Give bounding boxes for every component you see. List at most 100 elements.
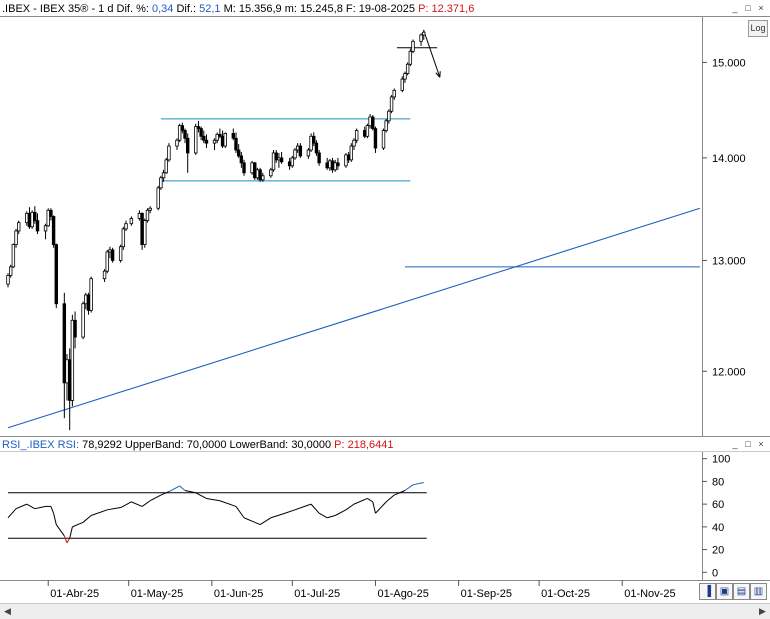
rsi-line-segment <box>219 500 237 507</box>
candle-body <box>258 169 262 181</box>
rsi-line-segment <box>53 513 57 525</box>
candle-body <box>250 162 254 174</box>
rsi-line-segment <box>367 498 374 503</box>
rsi-line-segment <box>254 521 261 526</box>
rsi-line-segment <box>63 535 68 543</box>
candle-body <box>242 162 246 174</box>
candle-body <box>118 246 123 261</box>
rsi-line-segment <box>160 491 170 496</box>
date-tick-label: 01-May-25 <box>131 588 184 600</box>
candle-body <box>271 152 276 171</box>
rsi-line-segment <box>26 503 36 510</box>
rsi-tick-label: 40 <box>712 522 724 534</box>
rsi-line-segment <box>72 521 84 528</box>
candle-body <box>287 161 292 167</box>
rsi-line-segment <box>120 501 132 508</box>
candle-body <box>212 139 217 144</box>
candle-body <box>293 149 297 159</box>
rsi-line-segment <box>372 501 376 514</box>
rsi-line-segment <box>7 508 17 519</box>
candle-body <box>33 211 37 221</box>
chart-area[interactable]: 12.000 13.000 14.000 15.000 0 20 40 60 80 100 01… <box>0 0 770 603</box>
candle-body <box>290 157 295 167</box>
scroll-right-icon[interactable]: ▶ <box>755 604 770 619</box>
candle-body <box>309 135 313 151</box>
rsi-line-segment <box>34 505 46 510</box>
candle-body <box>419 34 423 42</box>
candle-body <box>17 222 21 232</box>
scroll-left-icon[interactable]: ◀ <box>0 604 15 619</box>
rsi-line-segment <box>353 497 368 505</box>
horizontal-scrollbar[interactable]: ◀ ▶ <box>0 603 770 619</box>
rsi-line-segment <box>375 501 387 514</box>
rsi-axis: 0 20 40 60 80 100 <box>702 454 730 579</box>
candle-body <box>84 294 88 305</box>
candlestick-series <box>6 29 426 431</box>
candle-body <box>298 145 303 157</box>
candle-body <box>269 169 273 177</box>
rsi-series <box>7 482 427 544</box>
settings-icon[interactable]: ▥ <box>750 583 767 600</box>
candle-body <box>365 125 370 137</box>
rsi-tick-label: 20 <box>712 545 724 557</box>
candle-body <box>312 135 316 144</box>
candle-body <box>186 137 190 154</box>
rsi-line-segment <box>259 517 272 526</box>
candle-body <box>274 152 278 161</box>
rsi-line-segment <box>55 524 65 537</box>
candle-body <box>81 303 85 338</box>
candle-body <box>65 359 69 384</box>
chart-type-button[interactable]: ▐ <box>699 583 716 600</box>
candle-body <box>35 220 40 232</box>
candle-body <box>354 130 359 141</box>
candle-body <box>110 249 115 261</box>
candle-body <box>27 212 32 228</box>
candle-body <box>6 275 10 285</box>
rsi-line-segment <box>206 497 220 502</box>
date-axis: 01-Abr-25 01-May-25 01-Jun-25 01-Jul-25 01-A… <box>47 580 676 600</box>
candle-body <box>204 139 209 144</box>
candle-body <box>215 133 219 141</box>
candle-body <box>108 249 112 253</box>
price-tick-label: 14.000 <box>712 153 746 165</box>
candle-body <box>180 125 185 131</box>
rsi-tick-label: 0 <box>712 567 718 579</box>
candle-body <box>89 278 93 311</box>
candle-body <box>317 152 321 164</box>
candle-body <box>54 244 58 305</box>
candle-body <box>234 137 238 151</box>
toolbar-icon[interactable]: ▤ <box>733 583 750 600</box>
rsi-line-segment <box>82 515 92 523</box>
candle-body <box>236 149 241 157</box>
candle-body <box>384 120 388 131</box>
candle-body <box>202 135 206 141</box>
candle-body <box>408 50 413 65</box>
candle-body <box>159 177 163 189</box>
candle-body <box>336 162 340 167</box>
candle-body <box>325 162 329 169</box>
rsi-line-segment <box>69 526 73 539</box>
rsi-tick-label: 60 <box>712 499 724 511</box>
rsi-line-segment <box>294 503 312 511</box>
candle-body <box>411 40 415 52</box>
candle-body <box>223 132 227 147</box>
rsi-line-segment <box>385 494 395 503</box>
candle-body <box>183 130 187 139</box>
candle-body <box>261 175 265 181</box>
price-tick-label: 12.000 <box>712 366 746 378</box>
candle-body <box>314 142 319 154</box>
price-axis: 12.000 13.000 14.000 15.000 <box>702 57 746 378</box>
candle-body <box>143 220 147 245</box>
date-tick-label: 01-Nov-25 <box>624 588 675 600</box>
date-tick-label: 01-Oct-25 <box>541 588 590 600</box>
candle-body <box>73 319 77 338</box>
candle-body <box>405 63 410 74</box>
candle-body <box>295 145 300 151</box>
candle-body <box>253 162 257 179</box>
rsi-line-segment <box>235 506 245 519</box>
price-tick-label: 13.000 <box>712 255 746 267</box>
save-icon[interactable]: ▣ <box>716 583 733 600</box>
candle-body <box>422 31 426 36</box>
candle-body <box>368 116 372 127</box>
price-tick-label: 15.000 <box>712 57 746 69</box>
